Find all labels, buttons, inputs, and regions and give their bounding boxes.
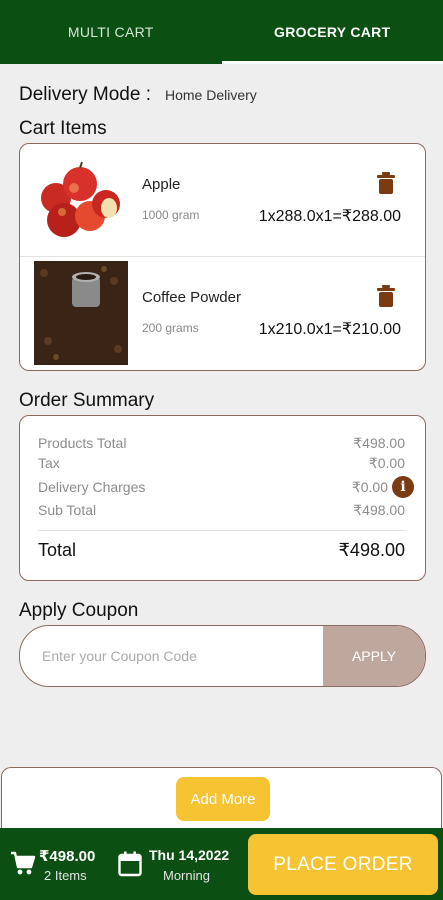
cart-items-card: Apple 1000 gram 1x288.0x1=₹288.00 Coffee… bbox=[19, 143, 426, 371]
summary-value-wrap: ₹0.00 i bbox=[352, 476, 414, 498]
apply-coupon-title: Apply Coupon bbox=[19, 600, 139, 621]
trash-icon[interactable] bbox=[377, 285, 395, 307]
summary-label: Products Total bbox=[38, 435, 127, 451]
tab-label: MULTI CART bbox=[67, 24, 154, 40]
apple-image bbox=[34, 148, 128, 252]
coupon-input[interactable] bbox=[20, 626, 323, 686]
summary-label: Delivery Charges bbox=[38, 479, 146, 495]
summary-value: ₹0.00 bbox=[368, 455, 405, 471]
summary-row-delivery-charges: Delivery Charges ₹0.00 i bbox=[38, 476, 414, 498]
cart-items-title: Cart Items bbox=[19, 118, 107, 139]
delivery-slot: Morning bbox=[163, 868, 210, 883]
summary-divider bbox=[38, 530, 405, 531]
delivery-mode-value: Home Delivery bbox=[165, 87, 257, 103]
calendar-icon[interactable] bbox=[118, 851, 142, 877]
summary-value: ₹498.00 bbox=[353, 502, 405, 518]
cart-amount: ₹498.00 bbox=[39, 848, 96, 865]
add-more-panel: Add More bbox=[1, 767, 442, 837]
summary-row-tax: Tax ₹0.00 bbox=[38, 455, 405, 472]
cart-item-count: 2 Items bbox=[44, 868, 87, 883]
apply-button[interactable]: APPLY bbox=[323, 626, 425, 686]
tab-label: GROCERY CART bbox=[274, 24, 391, 40]
summary-label: Sub Total bbox=[38, 502, 97, 518]
delivery-date[interactable]: Thu 14,2022 bbox=[149, 847, 229, 863]
item-weight: 200 grams bbox=[142, 321, 199, 335]
add-more-label: Add More bbox=[190, 790, 256, 808]
summary-row-sub-total: Sub Total ₹498.00 bbox=[38, 502, 405, 519]
item-price: 1x288.0x1=₹288.00 bbox=[258, 208, 401, 225]
apply-label: APPLY bbox=[351, 648, 397, 664]
coupon-box: APPLY bbox=[19, 625, 426, 687]
place-order-button[interactable]: PLACE ORDER bbox=[248, 834, 438, 895]
cart-item: Coffee Powder 200 grams 1x210.0x1=₹210.0… bbox=[20, 256, 425, 368]
cart-icon bbox=[11, 851, 36, 875]
info-icon[interactable]: i bbox=[392, 476, 414, 498]
add-more-button[interactable]: Add More bbox=[176, 777, 270, 821]
coffee-image bbox=[34, 261, 128, 365]
order-summary-card: Products Total ₹498.00 Tax ₹0.00 Deliver… bbox=[19, 415, 426, 581]
summary-row-products-total: Products Total ₹498.00 bbox=[38, 435, 405, 452]
delivery-mode: Delivery Mode : Home Delivery bbox=[19, 84, 257, 106]
item-price: 1x210.0x1=₹210.00 bbox=[258, 321, 401, 338]
cart-tabs: MULTI CART GROCERY CART bbox=[0, 0, 443, 64]
total-value: ₹498.00 bbox=[338, 540, 405, 560]
tab-grocery-cart[interactable]: GROCERY CART bbox=[221, 0, 443, 64]
item-weight: 1000 gram bbox=[142, 208, 200, 222]
trash-icon[interactable] bbox=[377, 172, 395, 194]
order-summary-title: Order Summary bbox=[19, 390, 155, 411]
item-name: Apple bbox=[142, 176, 181, 193]
item-name: Coffee Powder bbox=[142, 289, 241, 306]
place-order-label: PLACE ORDER bbox=[273, 853, 413, 875]
summary-label: Tax bbox=[38, 455, 60, 471]
tab-multi-cart[interactable]: MULTI CART bbox=[0, 0, 222, 64]
summary-total: Total ₹498.00 bbox=[38, 540, 405, 561]
checkout-bar: ₹498.00 2 Items Thu 14,2022 Morning PLAC… bbox=[0, 828, 443, 900]
summary-value: ₹0.00 bbox=[351, 478, 388, 495]
cart-item: Apple 1000 gram 1x288.0x1=₹288.00 bbox=[20, 144, 425, 256]
total-label: Total bbox=[38, 540, 77, 560]
delivery-mode-label: Delivery Mode : bbox=[19, 84, 151, 105]
summary-value: ₹498.00 bbox=[353, 435, 405, 451]
